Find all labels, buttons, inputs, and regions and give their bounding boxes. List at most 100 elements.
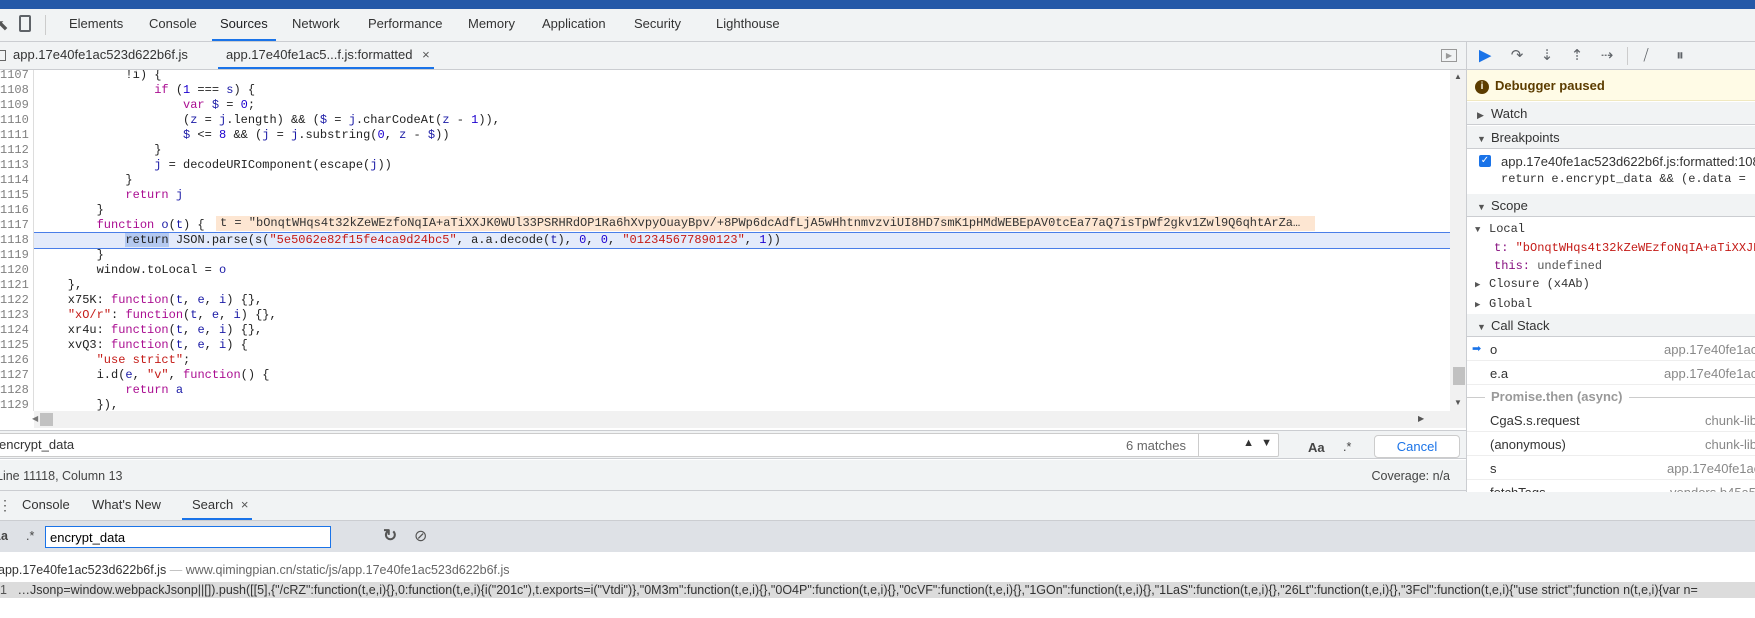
line-number[interactable]: 1129 [0,398,32,411]
search-match-case-button[interactable]: Aa [0,529,8,543]
previous-match-button[interactable]: ▲ [1243,437,1254,449]
line-number[interactable]: 1118 [0,233,32,248]
call-frame[interactable]: fetchTags vendors.b45a5 [1467,481,1755,492]
call-frame[interactable]: CgaS.s.request chunk-libs.9c [1467,409,1755,432]
watch-section[interactable]: ▶ Watch [1467,102,1755,125]
breakpoints-section[interactable]: ▼ Breakpoints [1467,126,1755,149]
line-number[interactable]: 1113 [0,158,32,173]
call-frame[interactable]: (anonymous) chunk-libs.9c [1467,433,1755,456]
call-frame-active[interactable]: ➡ o app.17e40fe1ac [1467,338,1755,361]
call-frame[interactable]: s app.17e40fe1ac [1467,457,1755,480]
line-number[interactable]: 1119 [0,248,32,263]
line-number[interactable]: 1115 [0,188,32,203]
vertical-scroll-thumb[interactable] [1453,367,1465,385]
clear-icon[interactable]: ⊘ [414,526,427,546]
call-frame[interactable]: e.a app.17e40fe1ac [1467,362,1755,385]
scope-closure[interactable]: ▶ Closure (x4Ab) [1475,277,1590,291]
toggle-navigator-icon[interactable] [0,50,6,61]
step-over-icon[interactable]: ↷ [1506,46,1528,66]
async-label: Promise.then (async) [1485,389,1629,404]
search-result-file[interactable]: app.17e40fe1ac523d622b6f.js — www.qiming… [0,563,510,577]
line-number[interactable]: 1128 [0,383,32,398]
code-line: xvQ3: function(t, e, i) { [39,338,248,353]
line-number[interactable]: 1124 [0,323,32,338]
tab-security[interactable]: Security [634,9,681,41]
tab-sources[interactable]: Sources [212,9,276,41]
drawer-tab-search[interactable]: Search × [182,491,252,520]
line-number[interactable]: 1109 [0,98,32,113]
line-number[interactable]: 1120 [0,263,32,278]
line-number[interactable]: 1111 [0,128,32,143]
code-token: ( [168,83,184,97]
resume-icon[interactable]: ▶ [1474,46,1496,66]
scope-var-t[interactable]: t: "bOnqtWHqs4t32kZeWEzfoNqIA+aTiXXJK [1494,241,1755,255]
toggle-debugger-sidebar-icon[interactable]: ▶ [1441,49,1457,62]
inspect-element-icon[interactable]: ⬉ [0,16,9,34]
scope-local[interactable]: ▼ Local [1475,222,1525,236]
line-number[interactable]: 1116 [0,203,32,218]
code-editor[interactable]: 1107 1108 1109 1110 1111 1112 1113 1114 1115 1116… [0,70,1450,411]
code-line: $ <= 8 && (j = j.substring(0, z - $)) [39,128,450,143]
code-token: ; [247,98,256,112]
next-match-button[interactable]: ▼ [1261,437,1272,449]
call-stack-section[interactable]: ▼ Call Stack [1467,314,1755,337]
line-number[interactable]: 1126 [0,353,32,368]
scope-section[interactable]: ▼ Scope [1467,194,1755,217]
deactivate-breakpoints-icon[interactable]: ⧸ [1635,46,1657,66]
line-number[interactable]: 1108 [0,83,32,98]
tab-memory[interactable]: Memory [468,9,515,41]
search-result-line[interactable]: 1 …Jsonp=window.webpackJsonp||[]).push([… [0,582,1755,598]
search-input[interactable] [45,526,331,548]
tab-application[interactable]: Application [542,9,606,41]
horizontal-scroll-thumb[interactable] [40,413,53,426]
step-out-icon[interactable]: ⇡ [1566,46,1588,66]
drawer-tab-console[interactable]: Console [22,491,70,520]
line-number[interactable]: 1117 [0,218,32,233]
line-number[interactable]: 1107 [0,70,32,83]
horizontal-scrollbar[interactable]: ◀ ▶ [32,411,1450,428]
cancel-button[interactable]: Cancel [1374,435,1460,458]
breakpoint-checkbox[interactable]: ✓ [1479,155,1491,167]
tab-lighthouse[interactable]: Lighthouse [716,9,780,41]
line-number[interactable]: 1114 [0,173,32,188]
step-icon[interactable]: ⇢ [1596,46,1618,66]
breakpoint-item[interactable]: ✓ app.17e40fe1ac523d622b6f.js:formatted:… [1467,150,1755,192]
line-number[interactable]: 1127 [0,368,32,383]
find-input[interactable]: encrypt_data 6 matches ▲ ▼ [0,433,1279,457]
scope-var-this[interactable]: this: undefined [1494,259,1602,273]
match-case-button[interactable]: Aa [1308,440,1325,455]
scope-global[interactable]: ▶ Global [1475,297,1532,311]
line-number[interactable]: 1123 [0,308,32,323]
close-tab-icon[interactable]: × [422,47,430,62]
tab-performance[interactable]: Performance [368,9,442,41]
line-number[interactable]: 1122 [0,293,32,308]
code-token: xvQ3: [39,338,112,352]
code-line: } [39,173,132,188]
pause-on-exceptions-icon[interactable]: ⏸ [1669,46,1691,66]
tab-elements[interactable]: Elements [69,9,123,41]
expand-arrow-icon: ▶ [1477,110,1484,120]
drawer-menu-icon[interactable]: ⋮ [0,497,12,514]
refresh-icon[interactable]: ↻ [383,526,397,546]
line-number[interactable]: 1112 [0,143,32,158]
file-tab-label: app.17e40fe1ac5...f.js:formatted [226,47,413,62]
regex-button[interactable]: .* [1343,440,1351,454]
drawer-tab-whats-new[interactable]: What's New [92,491,161,520]
file-tab[interactable]: app.17e40fe1ac523d622b6f.js [13,42,188,69]
file-tab-active[interactable]: app.17e40fe1ac5...f.js:formatted × [218,42,434,69]
code-token: function [111,293,169,307]
tab-console[interactable]: Console [149,9,197,41]
frame-function: fetchTags [1490,481,1546,492]
tab-network[interactable]: Network [292,9,340,41]
step-into-icon[interactable]: ⇣ [1536,46,1558,66]
line-number[interactable]: 1125 [0,338,32,353]
device-toolbar-icon[interactable] [19,15,31,32]
line-number[interactable]: 1121 [0,278,32,293]
code-line: "xO/r": function(t, e, i) {}, [39,308,277,323]
drawer-tab-search-label: Search [192,497,234,512]
line-number[interactable]: 1110 [0,113,32,128]
search-regex-button[interactable]: .* [26,529,34,543]
close-search-tab-icon[interactable]: × [241,497,249,512]
